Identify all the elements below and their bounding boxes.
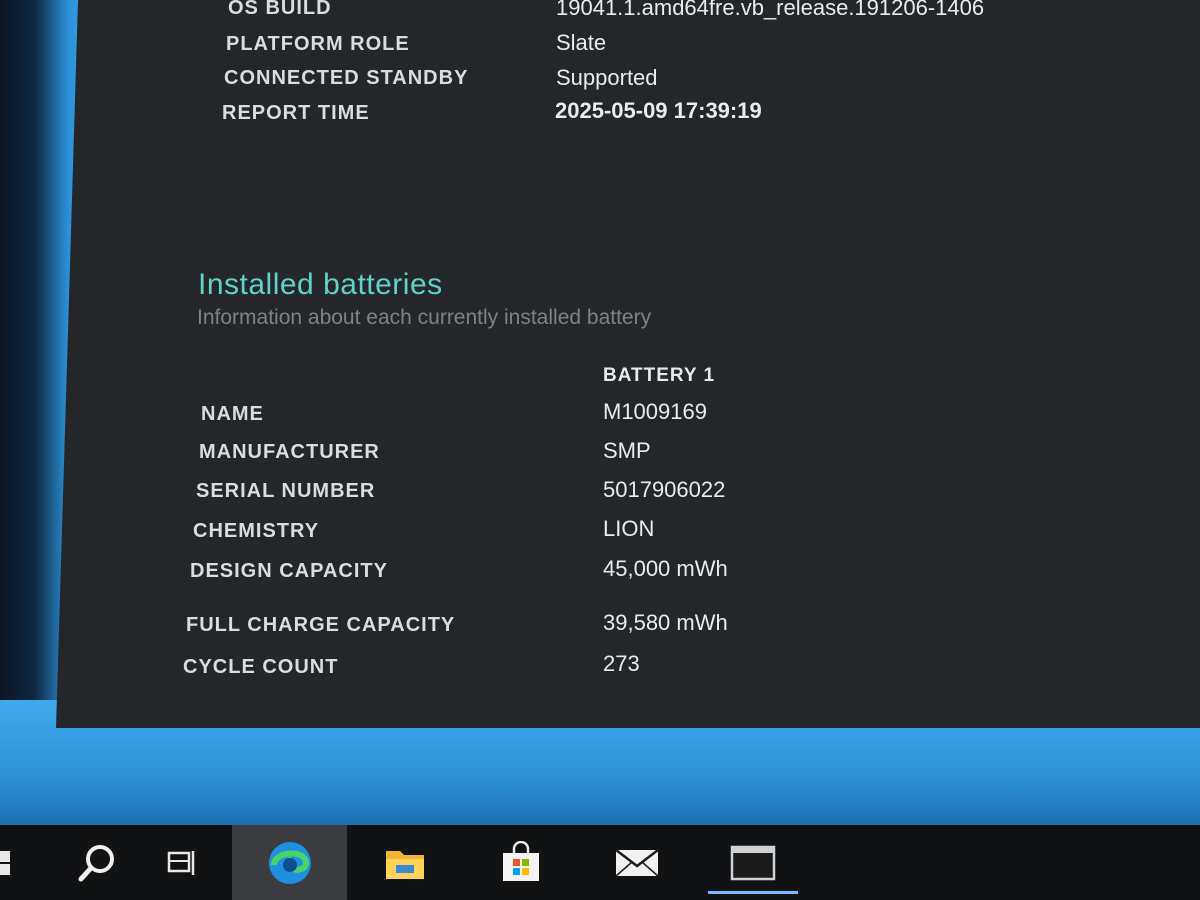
- design-capacity-label: DESIGN CAPACITY: [190, 560, 388, 582]
- mail-button[interactable]: [582, 825, 692, 900]
- battery-1-column-header: BATTERY 1: [603, 365, 716, 386]
- terminal-window-button[interactable]: [698, 825, 808, 900]
- file-explorer-button[interactable]: [350, 825, 460, 900]
- installed-batteries-subtitle: Information about each currently install…: [197, 306, 652, 329]
- serial-number-value: 5017906022: [603, 477, 726, 502]
- chemistry-label: CHEMISTRY: [193, 520, 320, 542]
- platform-role-label: PLATFORM ROLE: [226, 33, 410, 55]
- design-capacity-value: 45,000 mWh: [603, 556, 728, 581]
- full-charge-capacity-value: 39,580 mWh: [603, 610, 728, 635]
- task-view-button[interactable]: [128, 825, 238, 900]
- battery-name-value: M1009169: [603, 399, 707, 424]
- microsoft-store-button[interactable]: [466, 825, 576, 900]
- manufacturer-value: SMP: [603, 438, 651, 463]
- installed-batteries-heading: Installed batteries: [198, 268, 443, 301]
- os-build-value: 19041.1.amd64fre.vb_release.191206-1406: [556, 0, 985, 20]
- report-time-value: 2025-05-09 17:39:19: [555, 98, 762, 123]
- open-app-indicator: [708, 891, 798, 894]
- terminal-window-icon: [730, 845, 776, 880]
- edge-browser-button[interactable]: [232, 825, 347, 900]
- cycle-count-value: 273: [603, 651, 640, 676]
- connected-standby-label: CONNECTED STANDBY: [224, 67, 469, 89]
- start-button[interactable]: [0, 825, 40, 900]
- file-explorer-icon: [386, 850, 424, 879]
- microsoft-store-icon: [503, 840, 539, 881]
- cycle-count-label: CYCLE COUNT: [183, 656, 339, 678]
- manufacturer-label: MANUFACTURER: [199, 441, 380, 463]
- windows-start-icon: [0, 850, 10, 875]
- serial-number-label: SERIAL NUMBER: [196, 480, 376, 502]
- full-charge-capacity-label: FULL CHARGE CAPACITY: [186, 614, 456, 636]
- battery-name-label: NAME: [201, 403, 264, 425]
- mail-icon: [615, 848, 659, 877]
- taskbar: [0, 825, 1200, 900]
- report-time-label: REPORT TIME: [222, 102, 370, 124]
- platform-role-value: Slate: [556, 30, 607, 55]
- task-view-icon: [167, 850, 195, 875]
- edge-browser-icon: [268, 841, 311, 884]
- search-icon: [78, 844, 114, 881]
- connected-standby-value: Supported: [556, 65, 658, 90]
- chemistry-value: LION: [603, 516, 655, 541]
- os-build-label: OS BUILD: [228, 0, 332, 19]
